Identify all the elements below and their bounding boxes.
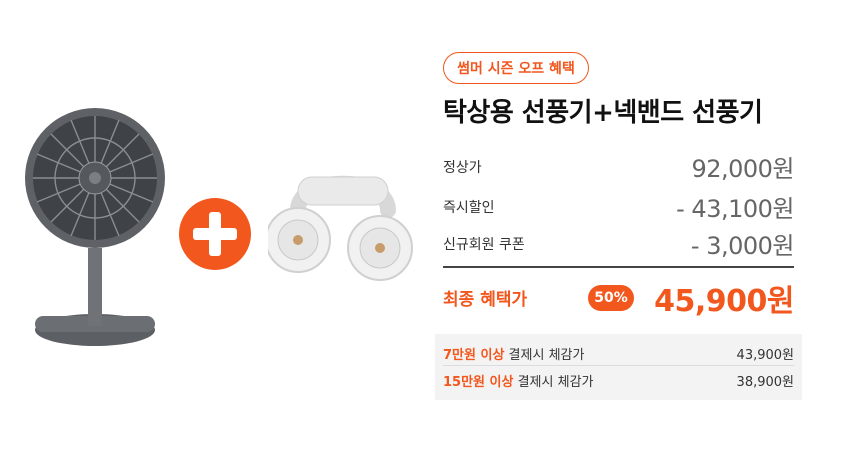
benefit-price: 43,900원	[736, 347, 794, 363]
instant-discount-value: - 43,100원	[676, 195, 794, 223]
new-member-coupon-value: - 3,000원	[690, 232, 795, 260]
plus-icon	[179, 198, 251, 270]
benefit-condition: 7만원 이상 결제시 체감가	[443, 347, 585, 363]
regular-price-value: 92,000원	[691, 155, 794, 183]
instant-discount-label: 즉시할인	[443, 200, 495, 216]
benefit-row: 7만원 이상 결제시 체감가 43,900원	[443, 340, 794, 366]
neckband-fan-icon	[268, 175, 413, 281]
benefit-divider	[443, 365, 794, 366]
final-price-value: 45,900원	[654, 284, 794, 319]
discount-badge: 50%	[588, 285, 634, 311]
season-off-badge: 썸머 시즌 오프 혜택	[443, 52, 589, 84]
regular-price-label: 정상가	[443, 160, 482, 176]
new-member-coupon-label: 신규회원 쿠폰	[443, 237, 525, 253]
benefit-condition: 15만원 이상 결제시 체감가	[443, 374, 594, 390]
final-price-label: 최종 혜택가	[443, 290, 528, 310]
benefit-price: 38,900원	[736, 374, 794, 390]
product-title: 탁상용 선풍기+넥밴드 선풍기	[443, 98, 763, 128]
divider	[443, 266, 794, 268]
benefit-row: 15만원 이상 결제시 체감가 38,900원	[443, 367, 794, 393]
desk-fan-icon	[25, 108, 165, 346]
